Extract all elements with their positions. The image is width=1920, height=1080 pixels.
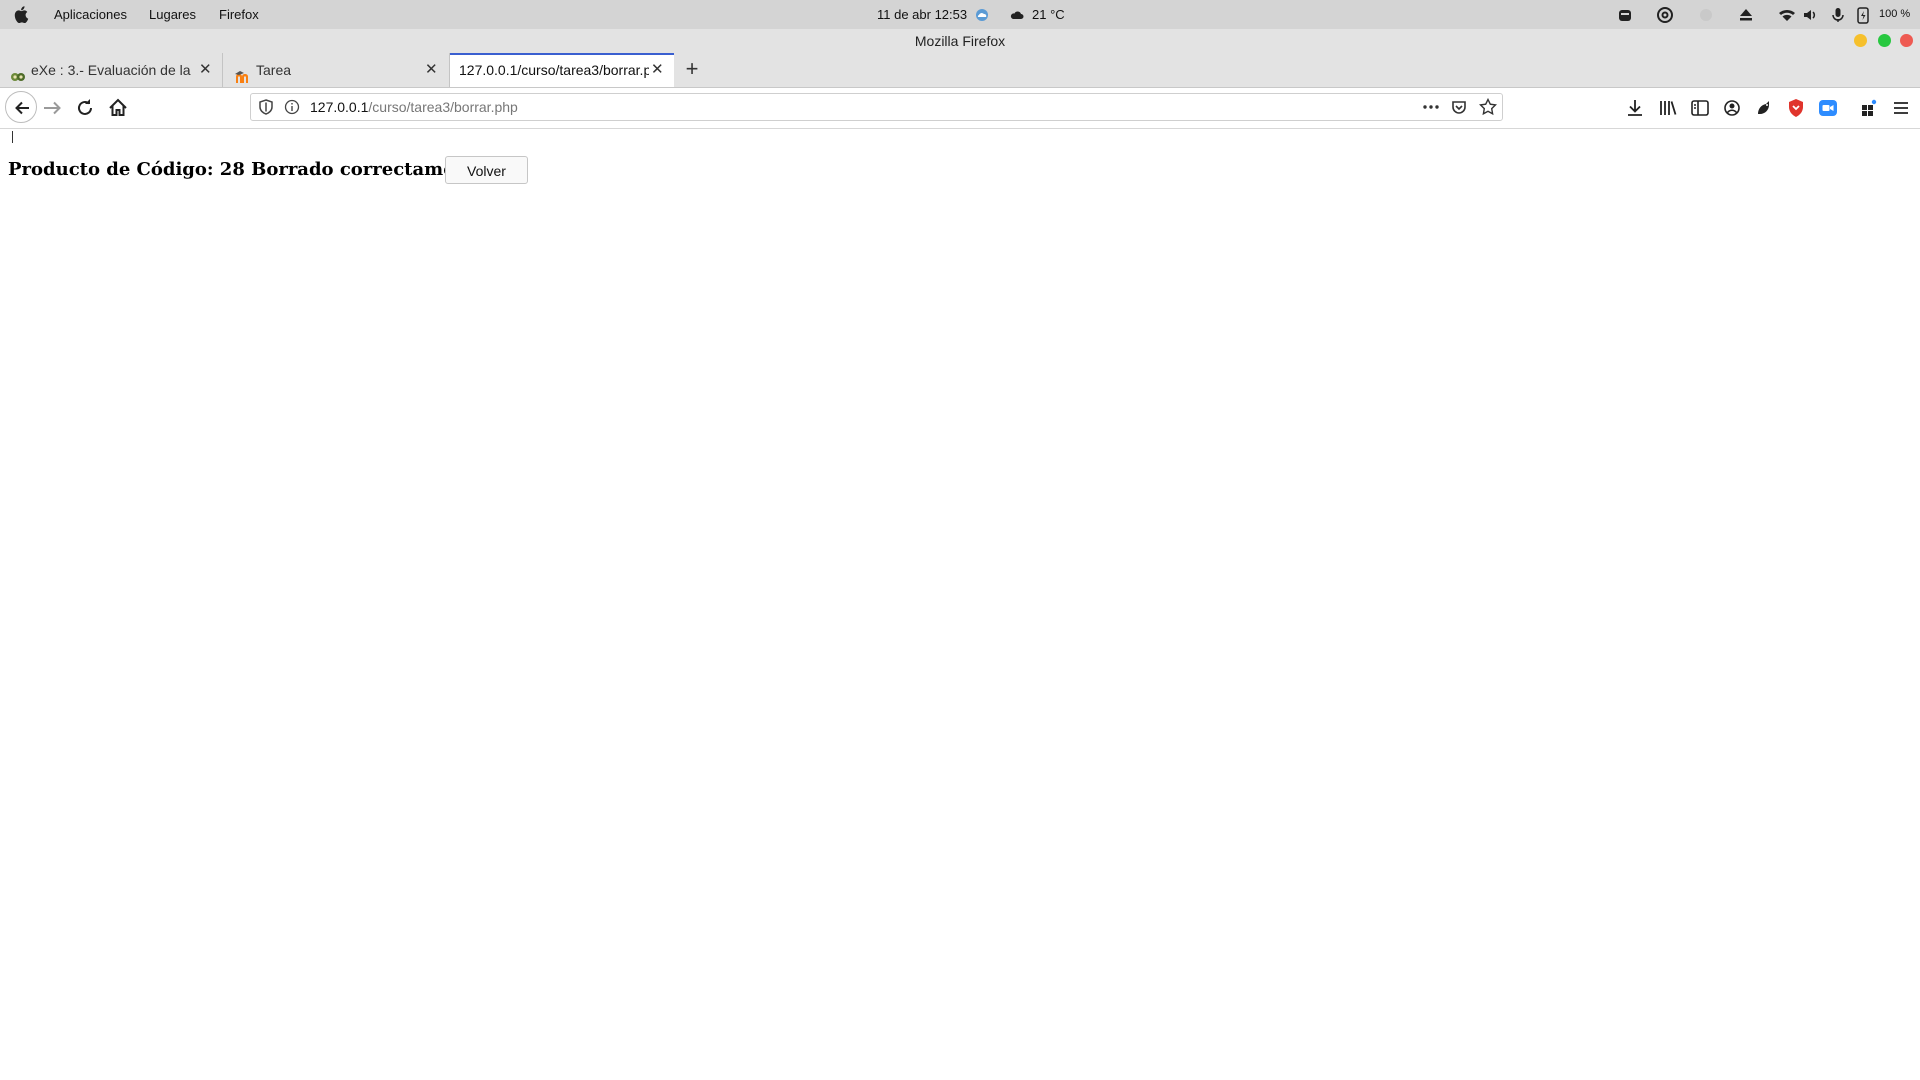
url-bar[interactable]: 127.0.0.1/curso/tarea3/borrar.php (250, 93, 1503, 121)
url-text[interactable]: 127.0.0.1/curso/tarea3/borrar.php (310, 94, 518, 120)
volume-icon[interactable] (1802, 6, 1820, 24)
close-tab-icon[interactable]: ✕ (199, 53, 212, 87)
library-icon[interactable] (1656, 96, 1680, 120)
text-cursor (12, 131, 13, 143)
wifi-icon[interactable] (1778, 6, 1796, 24)
new-tab-button[interactable]: + (682, 53, 702, 87)
shield-icon[interactable] (258, 99, 274, 120)
tab-label: eXe : 3.- Evaluación de la (31, 62, 191, 78)
eject-icon[interactable] (1737, 6, 1755, 24)
at-sign-icon[interactable] (1656, 6, 1674, 24)
forward-button[interactable] (41, 96, 65, 120)
menu-lugares[interactable]: Lugares (149, 0, 196, 29)
back-button[interactable] (5, 91, 37, 123)
temperature: 21 °C (1032, 7, 1065, 22)
battery-percentage: 100 % (1879, 8, 1911, 20)
tab-borrar-active[interactable]: 127.0.0.1/curso/tarea3/borrar.php ✕ (450, 53, 674, 87)
close-tab-icon[interactable]: ✕ (425, 53, 438, 87)
extension-bird-icon[interactable] (1752, 96, 1776, 120)
extensions-icon[interactable] (1857, 96, 1881, 120)
home-button[interactable] (106, 96, 130, 120)
close-window-button[interactable] (1900, 34, 1913, 47)
window-title: Mozilla Firefox (0, 29, 1920, 53)
downloads-icon[interactable] (1623, 96, 1647, 120)
tab-exe-evaluacion[interactable]: eXe : 3.- Evaluación de la ✕ (0, 53, 223, 87)
volver-button[interactable]: Volver (445, 156, 528, 184)
bookmark-star-icon[interactable] (1478, 97, 1498, 121)
sidebar-icon[interactable] (1688, 96, 1712, 120)
menu-aplicaciones[interactable]: Aplicaciones (54, 0, 127, 29)
reload-button[interactable] (73, 96, 97, 120)
url-host: 127.0.0.1 (310, 99, 369, 115)
status-dot-icon[interactable] (1697, 6, 1715, 24)
info-icon[interactable] (284, 99, 300, 120)
tab-tarea[interactable]: Tarea ✕ (224, 53, 450, 87)
clock[interactable]: 11 de abr 12:53 (877, 0, 967, 29)
tab-label: Tarea (256, 62, 292, 78)
hamburger-menu-icon[interactable] (1889, 96, 1913, 120)
close-tab-icon[interactable]: ✕ (651, 55, 664, 85)
microphone-icon[interactable] (1829, 6, 1847, 24)
moodle-icon (234, 63, 250, 83)
menu-firefox[interactable]: Firefox (219, 0, 259, 29)
exe-icon (10, 63, 26, 81)
navigation-toolbar: 127.0.0.1/curso/tarea3/borrar.php (0, 88, 1920, 129)
more-actions-icon[interactable] (1422, 99, 1440, 120)
deletion-message: Producto de Código: 28 Borrado correctam… (8, 159, 494, 180)
account-icon[interactable] (1720, 96, 1744, 120)
tab-label: 127.0.0.1/curso/tarea3/borrar.php (459, 62, 649, 78)
security-extension-icon[interactable] (1784, 96, 1808, 120)
minimize-button[interactable] (1854, 34, 1867, 47)
pocket-icon[interactable] (1451, 99, 1467, 120)
url-path: /curso/tarea3/borrar.php (368, 99, 518, 115)
system-top-bar: Aplicaciones Lugares Firefox 11 de abr 1… (0, 0, 1920, 29)
zoom-extension-icon[interactable] (1816, 96, 1840, 120)
apple-menu-icon[interactable] (14, 0, 32, 29)
maximize-button[interactable] (1878, 34, 1891, 47)
coffee-icon[interactable] (1617, 6, 1635, 24)
tab-bar: eXe : 3.- Evaluación de la ✕ Tarea ✕ 127… (0, 53, 1920, 88)
battery-icon[interactable] (1854, 6, 1872, 24)
